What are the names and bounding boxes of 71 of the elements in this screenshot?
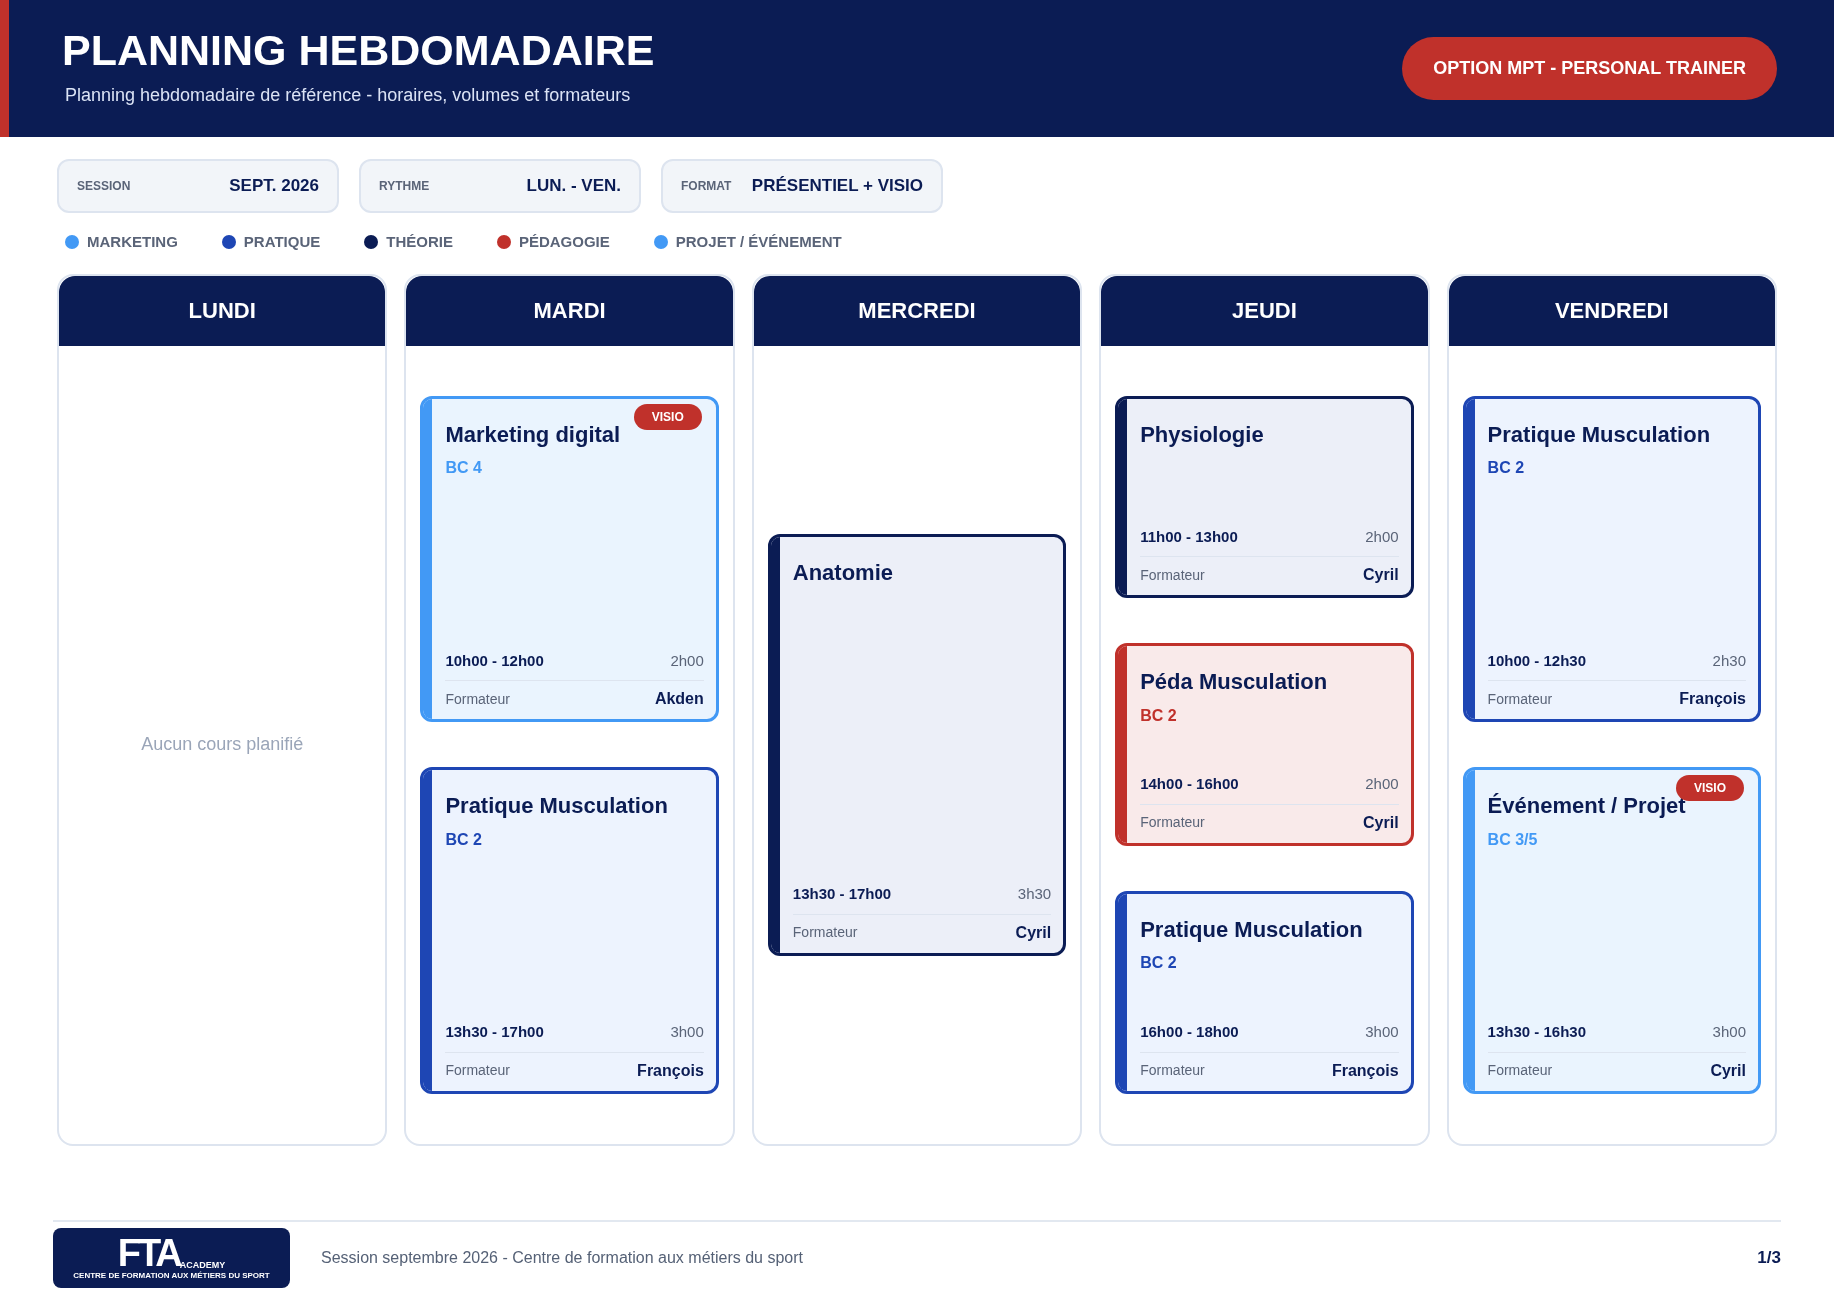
course-code: BC 4 (445, 458, 483, 478)
course-time: 10h00 - 12h30 (1487, 650, 1586, 671)
trainer-name: Cyril (1710, 1060, 1746, 1081)
trainer-name: Cyril (1015, 922, 1052, 943)
course-duration: 2h00 (1365, 526, 1399, 547)
trainer-name: Cyril (1363, 565, 1399, 586)
course-title: Anatomie (792, 558, 895, 586)
course-time: 13h30 - 17h00 (445, 1022, 544, 1042)
page-number: 1/3 (1757, 1247, 1781, 1270)
day-header: MARDI (406, 275, 733, 346)
trainer-name: François (1331, 1060, 1399, 1081)
course-title: Physiologie (1140, 420, 1265, 448)
info-label: SESSION (77, 178, 131, 195)
info-label: RYTHME (379, 178, 430, 195)
course-time: 13h30 - 16h30 (1487, 1022, 1586, 1042)
trainer-label: Formateur (792, 923, 858, 942)
day-header: VENDREDI (1448, 275, 1775, 346)
course-code: BC 2 (1140, 705, 1178, 726)
trainer-label: Formateur (1140, 1061, 1205, 1080)
page-subtitle: Planning hebdomadaire de référence - horaires, volumes et formateurs (64, 83, 632, 107)
course-code: BC 3/5 (1487, 829, 1539, 850)
course-time: 11h00 - 13h00 (1140, 526, 1238, 547)
logo-tagline: CENTRE DE FORMATION AUX MÉTIERS DU SPORT (73, 1272, 270, 1280)
course-duration: 2h00 (670, 650, 704, 671)
legend-label: PÉDAGOGIE (518, 232, 610, 252)
course-title: Péda Musculation (1140, 668, 1329, 696)
trainer-label: Formateur (1140, 813, 1205, 833)
info-label: FORMAT (681, 178, 732, 195)
page-title: PLANNING HEBDOMADAIRE (62, 28, 655, 72)
day-header: MERCREDI (753, 275, 1081, 346)
trainer-label: Formateur (445, 689, 510, 709)
course-duration: 3h30 (1017, 884, 1052, 904)
trainer-label: Formateur (1487, 1061, 1553, 1080)
course-duration: 2h30 (1712, 650, 1746, 671)
empty-message: Aucun cours planifié (141, 733, 304, 756)
legend-label: MARKETING (87, 232, 178, 252)
legend-label: THÉORIE (386, 232, 453, 252)
day-header: JEUDI (1101, 275, 1428, 346)
trainer-name: Cyril (1363, 812, 1399, 833)
info-value: SEPT. 2026 (229, 175, 319, 198)
course-title: Pratique Musculation (1140, 915, 1364, 944)
trainer-name: Akden (654, 689, 704, 709)
info-value: PRÉSENTIEL + VISIO (751, 175, 923, 198)
trainer-name: François (637, 1060, 704, 1081)
course-time: 14h00 - 16h00 (1140, 774, 1239, 795)
trainer-name: François (1679, 689, 1746, 709)
course-duration: 3h00 (670, 1022, 704, 1042)
logo-text: FTA (117, 1236, 180, 1270)
trainer-label: Formateur (1487, 689, 1553, 709)
course-title: Pratique Musculation (445, 792, 669, 820)
course-code: BC 2 (445, 829, 483, 850)
course-time: 16h00 - 18h00 (1140, 1022, 1239, 1042)
visio-badge: VISIO (633, 403, 702, 430)
legend-label: PRATIQUE (243, 232, 321, 252)
course-title: Pratique Musculation (1487, 420, 1712, 448)
footer-text: Session septembre 2026 - Centre de formation aux métiers du sport (321, 1248, 804, 1268)
course-code: BC 2 (1487, 458, 1526, 478)
course-time: 10h00 - 12h00 (445, 650, 544, 671)
course-time: 13h30 - 17h00 (792, 884, 892, 904)
trainer-label: Formateur (1140, 565, 1205, 585)
course-duration: 3h00 (1365, 1022, 1399, 1042)
trainer-label: Formateur (445, 1061, 510, 1080)
course-duration: 2h00 (1365, 774, 1399, 795)
info-value: LUN. - VEN. (526, 175, 621, 198)
course-code: BC 2 (1140, 953, 1178, 974)
day-header: LUNDI (59, 275, 386, 346)
course-title: Marketing digital (445, 420, 622, 448)
legend-label: PROJET / ÉVÉNEMENT (675, 232, 842, 252)
option-badge: OPTION MPT - PERSONAL TRAINER (1402, 37, 1777, 100)
logo-suffix: ACADEMY (179, 1261, 226, 1270)
course-duration: 3h00 (1712, 1022, 1746, 1042)
